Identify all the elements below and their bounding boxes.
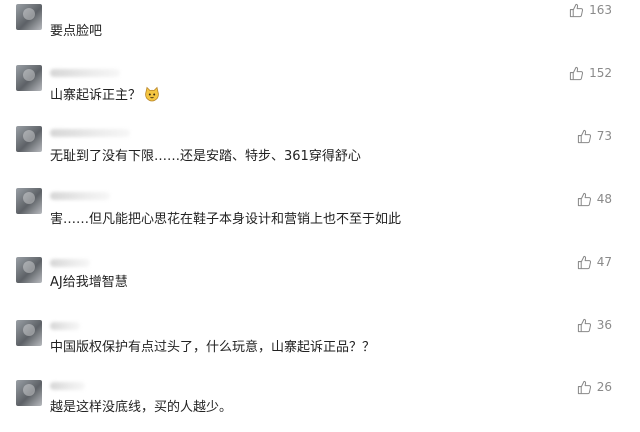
avatar[interactable] bbox=[16, 380, 42, 406]
avatar[interactable] bbox=[16, 4, 42, 30]
thumbs-up-icon bbox=[577, 255, 591, 269]
like-count: 26 bbox=[596, 380, 612, 394]
nickname-blurred bbox=[50, 259, 90, 267]
like-button[interactable]: 26 bbox=[577, 379, 612, 395]
comment-text: 无耻到了没有下限……还是安踏、特步、361穿得舒心 bbox=[50, 149, 361, 164]
comment-text: 山寨起诉正主？ bbox=[50, 86, 160, 104]
comment-item: 要点脸吧 163 bbox=[0, 0, 640, 60]
comment-item: 越是这样没底线，买的人越少。 26 bbox=[0, 372, 640, 432]
thumbs-up-icon bbox=[577, 318, 591, 332]
like-button[interactable]: 48 bbox=[577, 191, 612, 207]
like-count: 163 bbox=[589, 3, 612, 17]
nickname-blurred bbox=[50, 322, 80, 330]
nickname-blurred bbox=[50, 69, 120, 77]
thumbs-up-icon bbox=[577, 129, 591, 143]
comment-text: AJ给我增智慧 bbox=[50, 275, 128, 290]
comment-item: 山寨起诉正主？ 152 bbox=[0, 60, 640, 120]
comment-item: AJ给我增智慧 47 bbox=[0, 247, 640, 307]
like-count: 152 bbox=[589, 66, 612, 80]
comment-text-content: 山寨起诉正主？ bbox=[50, 88, 142, 103]
like-button[interactable]: 47 bbox=[577, 254, 612, 270]
like-count: 36 bbox=[596, 318, 612, 332]
comment-text: 要点脸吧 bbox=[50, 24, 103, 39]
comment-text: 中国版权保护有点过头了，什么玩意，山寨起诉正品？？ bbox=[50, 340, 376, 355]
comment-text: 害……但凡能把心思花在鞋子本身设计和营销上也不至于如此 bbox=[50, 212, 402, 227]
like-button[interactable]: 73 bbox=[577, 128, 612, 144]
comment-item: 中国版权保护有点过头了，什么玩意，山寨起诉正品？？ 36 bbox=[0, 310, 640, 370]
comment-text: 越是这样没底线，买的人越少。 bbox=[50, 400, 233, 415]
like-count: 73 bbox=[596, 129, 612, 143]
avatar[interactable] bbox=[16, 320, 42, 346]
nickname-blurred bbox=[50, 129, 130, 137]
like-button[interactable]: 36 bbox=[577, 317, 612, 333]
thumbs-up-icon bbox=[577, 192, 591, 206]
avatar[interactable] bbox=[16, 257, 42, 283]
nickname-blurred bbox=[50, 192, 110, 200]
like-button[interactable]: 163 bbox=[569, 2, 612, 18]
comment-item: 害……但凡能把心思花在鞋子本身设计和营销上也不至于如此 48 bbox=[0, 183, 640, 243]
thumbs-up-icon bbox=[577, 380, 591, 394]
avatar[interactable] bbox=[16, 65, 42, 91]
nickname-blurred bbox=[50, 382, 85, 390]
like-count: 48 bbox=[596, 192, 612, 206]
like-button[interactable]: 152 bbox=[569, 65, 612, 81]
like-count: 47 bbox=[596, 255, 612, 269]
avatar[interactable] bbox=[16, 188, 42, 214]
avatar[interactable] bbox=[16, 126, 42, 152]
comment-list: 要点脸吧 163 山寨起诉正主？ 152 无耻到了没有下限……还是安踏、特步、3… bbox=[0, 0, 640, 421]
comment-item: 无耻到了没有下限……还是安踏、特步、361穿得舒心 73 bbox=[0, 120, 640, 180]
cat-emoji bbox=[145, 86, 159, 102]
thumbs-up-icon bbox=[569, 3, 584, 17]
thumbs-up-icon bbox=[569, 66, 584, 80]
